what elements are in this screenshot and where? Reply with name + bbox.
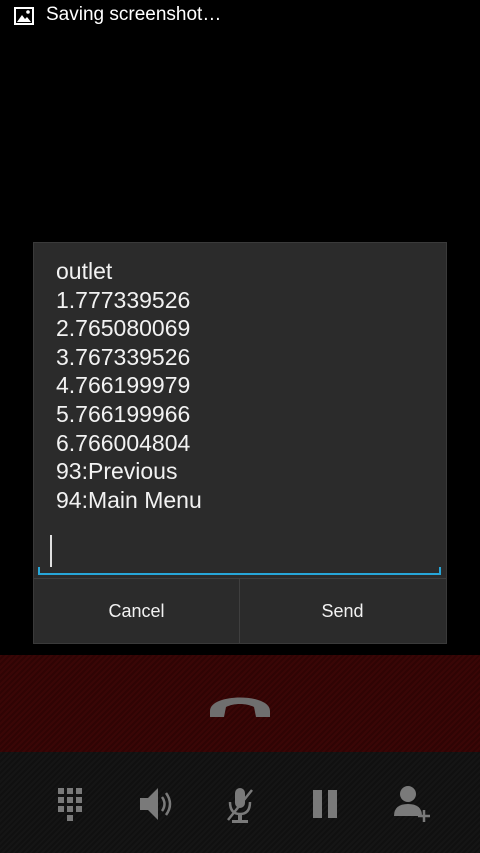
dialog-button-row: Cancel Send [34, 578, 446, 643]
message-line: outlet [56, 258, 113, 284]
message-line: 94:Main Menu [56, 486, 202, 513]
dialpad-icon[interactable] [48, 782, 92, 826]
send-button[interactable]: Send [240, 579, 445, 643]
add-call-icon[interactable] [390, 782, 434, 826]
call-controls-bar [0, 752, 480, 853]
cancel-button[interactable]: Cancel [34, 579, 240, 643]
text-cursor [50, 535, 52, 567]
speaker-icon[interactable] [134, 782, 178, 826]
input-underline [38, 567, 441, 575]
message-line: 3.767339526 [56, 343, 191, 370]
dialog-message: outlet 1.777339526 2.765080069 3.7673395… [56, 257, 436, 514]
status-bar: Saving screenshot… [0, 0, 480, 32]
mute-icon[interactable] [218, 782, 262, 826]
message-line: 93:Previous [56, 458, 178, 485]
message-line: 2.765080069 [56, 315, 191, 342]
phone-hangup-icon[interactable] [200, 673, 280, 733]
hold-icon[interactable] [303, 782, 347, 826]
status-notification-text: Saving screenshot… [46, 4, 222, 25]
response-input[interactable] [38, 531, 441, 575]
ussd-dialog: outlet 1.777339526 2.765080069 3.7673395… [34, 243, 446, 643]
message-line: 4.766199979 [56, 372, 191, 399]
end-call-area [0, 655, 480, 752]
image-icon [14, 7, 34, 25]
message-line: 5.766199966 [56, 400, 191, 427]
message-line: 1.777339526 [56, 286, 191, 313]
message-line: 6.766004804 [56, 429, 191, 456]
